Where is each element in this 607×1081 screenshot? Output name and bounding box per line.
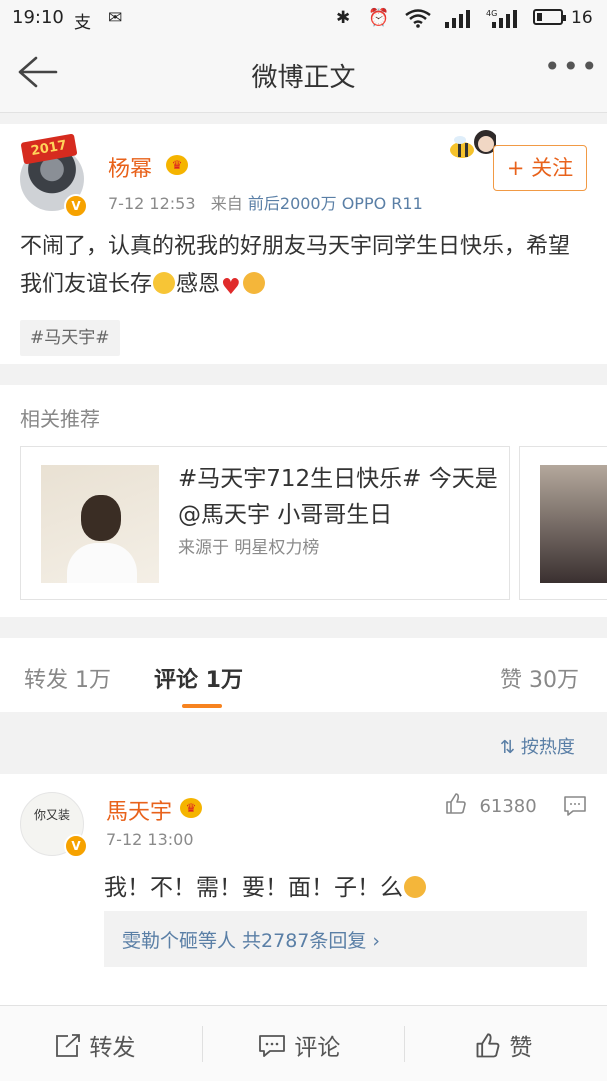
crown-icon: ♛: [180, 798, 202, 818]
comment-like-count: 61380: [479, 796, 537, 817]
interaction-tabs: 转发 1万 评论 1万 赞 30万: [0, 638, 607, 713]
crown-icon: ♛: [166, 155, 188, 175]
comment-label: 评论: [294, 1035, 341, 1061]
topic-tag[interactable]: #马天宇#: [20, 320, 120, 356]
heart-emoji-icon: ♥: [221, 275, 241, 300]
replies-preview[interactable]: 雯勒个砸等人 共2787条回复 ›: [104, 911, 587, 967]
related-card-2[interactable]: [519, 446, 607, 600]
svg-text:4G: 4G: [486, 9, 497, 18]
post-text-part1: 不闹了，认真的祝我的好朋友马天宇同学生日快乐，希望我们友谊长存: [20, 234, 571, 297]
page-title: 微博正文: [251, 63, 356, 93]
related-card-source: 来源于 明星权力榜: [178, 538, 320, 558]
nav-bar: 微博正文 •••: [0, 36, 607, 113]
comment-like-button[interactable]: 61380: [444, 792, 537, 817]
post-username[interactable]: 杨幂: [108, 151, 152, 183]
tab-like[interactable]: 赞 30万: [500, 662, 579, 694]
repost-button[interactable]: 转发: [54, 1028, 135, 1062]
like-button[interactable]: 赞: [474, 1028, 532, 1062]
signal-icon: [444, 8, 474, 33]
status-time: 19:10: [12, 7, 64, 28]
signal-4g-icon: 4G: [486, 8, 520, 33]
comment-item: 你又装 V 馬天宇 ♛ 7-12 13:00 61380 我！不！需！要！面！子…: [0, 774, 607, 1006]
sort-bar: ⇅ 按热度: [0, 712, 607, 774]
notification-icon: ✉: [108, 8, 123, 28]
related-thumbnail-2: [540, 465, 607, 583]
related-card[interactable]: #马天宇712生日快乐# 今天是@馬天宇 小哥哥生日 来源于 明星权力榜: [20, 446, 510, 600]
battery-icon: [533, 9, 566, 25]
wifi-icon: [404, 8, 432, 33]
thumbs-up-icon: [476, 1033, 500, 1058]
sort-icon: ⇅: [500, 737, 516, 758]
battery-level: 16: [571, 8, 593, 28]
post-text-part2: 感恩: [176, 272, 221, 297]
thumbs-up-icon: [446, 793, 466, 814]
more-options-icon[interactable]: •••: [544, 50, 600, 83]
divider: [404, 1026, 405, 1062]
post-text: 不闹了，认真的祝我的好朋友马天宇同学生日快乐，希望我们友谊长存 感恩♥: [20, 228, 590, 307]
related-card-title: #马天宇712生日快乐# 今天是@馬天宇 小哥哥生日: [178, 466, 498, 528]
follow-button[interactable]: + 关注: [493, 145, 587, 191]
crying-emoji-icon: [404, 876, 426, 898]
smile-emoji-icon: [153, 272, 176, 294]
tab-comment[interactable]: 评论 1万: [154, 662, 243, 694]
comment-time: 7-12 13:00: [106, 830, 194, 849]
related-section: 相关推荐 #马天宇712生日快乐# 今天是@馬天宇 小哥哥生日 来源于 明星权力…: [0, 385, 607, 617]
status-bar: 19:10 支 ✉ ✱ ⏰ 4G 16: [0, 0, 607, 36]
comment-username[interactable]: 馬天宇: [106, 794, 172, 826]
bottom-action-bar: 转发 评论 赞: [0, 1005, 607, 1081]
post-source[interactable]: 前后2000万 OPPO R11: [248, 194, 423, 213]
reply-icon[interactable]: [562, 794, 588, 822]
alipay-icon: 支: [74, 13, 91, 33]
related-thumbnail: [41, 465, 159, 583]
tab-repost[interactable]: 转发 1万: [24, 662, 111, 694]
comment-text: 我！不！需！要！面！子！么: [104, 868, 427, 902]
like-label: 赞: [509, 1035, 533, 1061]
active-tab-indicator: [182, 704, 222, 708]
repost-label: 转发: [89, 1035, 136, 1061]
post-time: 7-12 12:53: [108, 194, 196, 213]
source-prefix: 来自: [210, 194, 243, 213]
comment-text-body: 我！不！需！要！面！子！么: [104, 875, 403, 901]
verified-badge-icon: V: [64, 834, 88, 858]
divider: [202, 1026, 203, 1062]
bluetooth-icon: ✱: [336, 8, 351, 28]
replies-link[interactable]: 雯勒个砸等人 共2787条回复 ›: [122, 926, 380, 953]
comment-icon: [259, 1035, 285, 1057]
related-heading: 相关推荐: [20, 407, 100, 431]
post-meta: 7-12 12:53 来自 前后2000万 OPPO R11: [108, 190, 423, 214]
verified-badge-icon: V: [64, 194, 88, 218]
fear-emoji-icon: [242, 272, 265, 294]
sort-button[interactable]: ⇅ 按热度: [500, 733, 575, 759]
sort-label: 按热度: [520, 737, 575, 758]
alarm-icon: ⏰: [368, 8, 390, 28]
share-icon: [56, 1034, 80, 1057]
comment-button[interactable]: 评论: [257, 1028, 340, 1062]
bee-sticker-icon: [444, 124, 498, 164]
